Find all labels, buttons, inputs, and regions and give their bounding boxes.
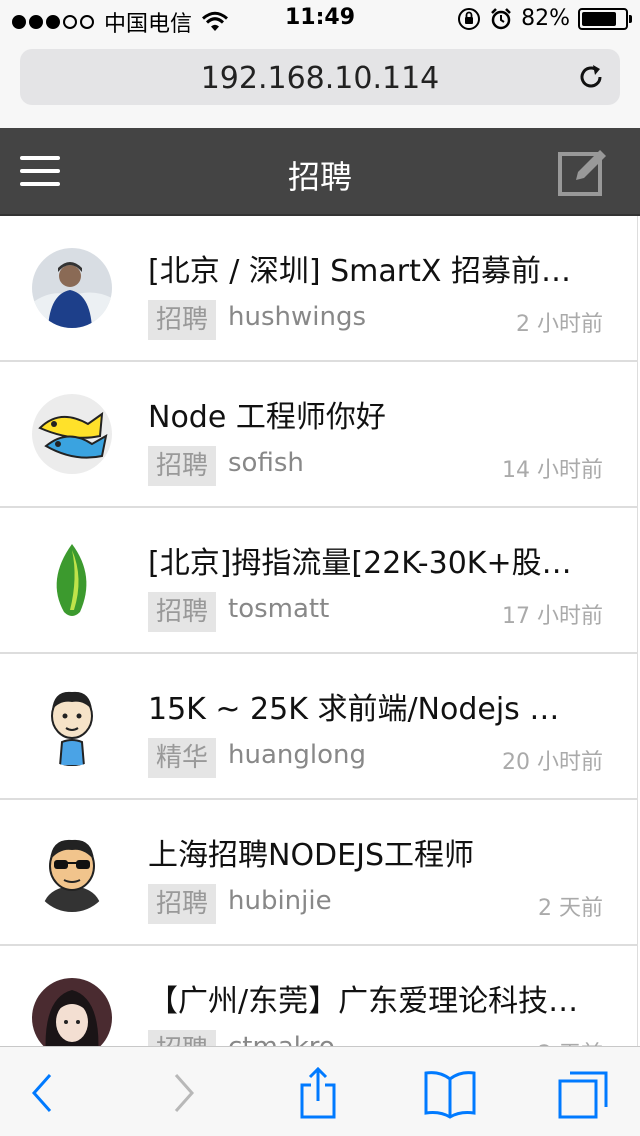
topic-title[interactable]: 【广州/东莞】广东爱理论科技招聘 [148,976,588,1020]
topic-item[interactable]: 【广州/东莞】广东爱理论科技招聘 招聘 ctmakro 2 天前 [0,946,637,1046]
topic-author[interactable]: ctmakro [228,1032,335,1046]
topic-title[interactable]: Node 工程师你好 [148,392,588,436]
status-bar: 中国电信 11:49 82% [0,0,640,40]
topic-tag: 招聘 [148,1030,217,1046]
reload-icon[interactable] [576,62,606,92]
topic-time: 2 天前 [538,896,603,921]
topic-tag: 招聘 [148,592,217,632]
battery-icon [578,7,632,30]
battery-percent: 82% [521,6,570,31]
topic-item[interactable]: 15K ~ 25K 求前端/Nodejs 工程师 精华 huanglong 20… [0,654,637,800]
topic-time: 2 小时前 [516,312,603,337]
topic-author[interactable]: tosmatt [228,594,329,624]
browser-address-area: 192.168.10.114 [0,40,640,128]
topic-author[interactable]: huanglong [228,740,366,770]
compose-icon[interactable] [558,146,610,198]
topic-item[interactable]: Node 工程师你好 招聘 sofish 14 小时前 [0,362,637,508]
back-icon[interactable] [14,1067,70,1119]
bookmarks-icon[interactable] [422,1067,478,1119]
alarm-icon [491,7,511,29]
topic-time: 17 小时前 [502,604,603,629]
topic-author[interactable]: hushwings [228,302,366,332]
topic-list: [北京 / 深圳] SmartX 招募前端工程师 招聘 hushwings 2 … [0,216,638,1046]
topic-title[interactable]: 上海招聘NODEJS工程师 [148,830,588,874]
url-text[interactable]: 192.168.10.114 [20,61,620,96]
user-avatar[interactable] [32,248,112,328]
status-right-group: 82% [457,6,632,31]
browser-toolbar [0,1046,640,1136]
topic-title[interactable]: 15K ~ 25K 求前端/Nodejs 工程师 [148,684,588,728]
topic-time: 2 天前 [538,1036,603,1046]
orientation-lock-icon [458,7,481,30]
forward-icon[interactable] [156,1067,212,1119]
topic-tag: 招聘 [148,300,217,340]
tabs-icon[interactable] [556,1067,612,1119]
topic-author[interactable]: sofish [228,448,304,478]
topic-time: 14 小时前 [502,458,603,483]
topic-tag: 精华 [148,738,217,778]
topic-title[interactable]: [北京 / 深圳] SmartX 招募前端工程师 [148,246,588,290]
share-icon[interactable] [290,1067,346,1119]
user-avatar[interactable] [32,394,112,474]
user-avatar[interactable] [32,978,112,1046]
user-avatar[interactable] [32,832,112,912]
user-avatar[interactable] [32,686,112,766]
topic-item[interactable]: [北京]拇指流量[22K-30K+股权]招聘 招聘 tosmatt 17 小时前 [0,508,637,654]
user-avatar[interactable] [32,540,112,620]
topic-title[interactable]: [北京]拇指流量[22K-30K+股权]招聘 [148,538,588,582]
page-title: 招聘 [287,158,352,196]
topic-time: 20 小时前 [502,750,603,775]
topic-item[interactable]: 上海招聘NODEJS工程师 招聘 hubinjie 2 天前 [0,800,637,946]
topic-tag: 招聘 [148,446,217,486]
topic-tag: 招聘 [148,884,217,924]
app-header: 招聘 [0,128,640,216]
address-bar[interactable]: 192.168.10.114 [20,49,620,105]
topic-author[interactable]: hubinjie [228,886,332,916]
topic-item[interactable]: [北京 / 深圳] SmartX 招募前端工程师 招聘 hushwings 2 … [0,216,637,362]
